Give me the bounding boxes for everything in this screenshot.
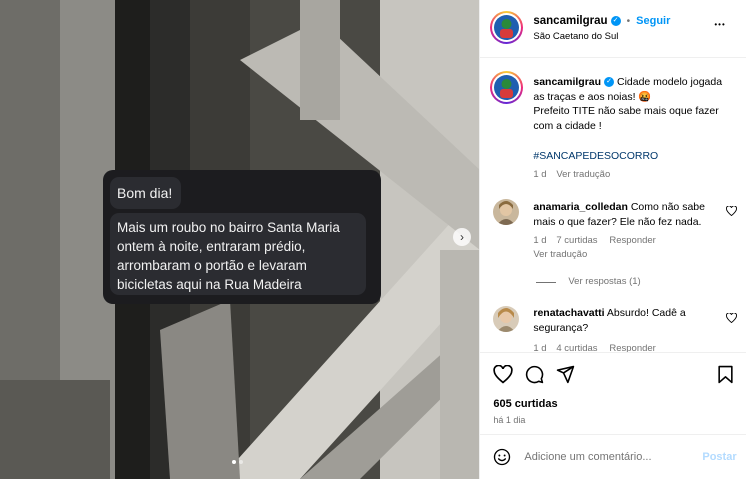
post-dialog: Bom dia! Mais um roubo no bairro Santa M… xyxy=(0,0,746,487)
comment-like-icon[interactable] xyxy=(726,312,738,326)
bookmark-icon[interactable] xyxy=(717,365,734,384)
hashtag-link[interactable]: #SANCAPEDESOCORRO xyxy=(533,150,658,162)
commenter-avatar[interactable] xyxy=(493,199,520,225)
emoji-icon[interactable] xyxy=(493,448,511,466)
more-options-icon[interactable]: ••• xyxy=(714,20,725,29)
comments-area[interactable]: sancamilgrau ✓ Cidade modelo jogada as tr… xyxy=(480,58,746,352)
comment-like-icon[interactable] xyxy=(726,205,738,219)
caption-text: sancamilgrau ✓ Cidade modelo jogada as tr… xyxy=(533,75,738,133)
post-age: há 1 dia xyxy=(493,415,526,425)
reply-button[interactable]: Responder xyxy=(609,343,655,352)
comment-body-a: Absurdo! Cadê a xyxy=(606,307,686,319)
caption-line-4: com a cidade ! xyxy=(533,119,602,132)
view-replies-button[interactable]: Ver respostas (1) xyxy=(568,276,640,287)
post-sidebar: sancamilgrau ✓ • Seguir São Caetano do Su… xyxy=(479,0,746,479)
carousel-dot-active xyxy=(232,460,236,464)
caption-line-2: as traças e aos noias! 🤬 xyxy=(533,90,652,103)
chevron-right-icon: › xyxy=(460,230,464,244)
share-icon[interactable] xyxy=(556,365,575,384)
comment-likes[interactable]: 4 curtidas xyxy=(556,343,597,352)
post-media[interactable]: Bom dia! Mais um roubo no bairro Santa M… xyxy=(0,0,480,479)
replies-divider xyxy=(536,282,557,283)
caption-line-3: Prefeito TITE não sabe mais oque fazer xyxy=(533,105,719,117)
next-slide-button[interactable]: › xyxy=(453,228,471,246)
post-comment-button[interactable]: Postar xyxy=(702,451,736,463)
follow-button[interactable]: Seguir xyxy=(636,15,670,27)
comment-text: anamaria_colledan Como não sabe mais o q… xyxy=(533,200,738,230)
post-header: sancamilgrau ✓ • Seguir São Caetano do Su… xyxy=(480,0,746,58)
comment-likes[interactable]: 7 curtidas xyxy=(556,235,597,246)
avatar-image xyxy=(497,308,516,332)
comment-body-a: Como não sabe xyxy=(630,201,705,213)
carousel-dot xyxy=(239,460,243,464)
carousel-dots xyxy=(232,460,243,464)
comment-input[interactable] xyxy=(524,447,695,467)
comment-body-b: segurança? xyxy=(533,322,589,334)
author-avatar[interactable] xyxy=(490,11,524,44)
comment-username[interactable]: anamaria_colledan xyxy=(533,201,628,213)
comment-bubble-icon[interactable] xyxy=(525,365,544,384)
avatar-image xyxy=(497,201,516,225)
likes-count[interactable]: 605 curtidas xyxy=(493,398,557,410)
location-link[interactable]: São Caetano do Sul xyxy=(533,31,618,42)
caption-line-1: Cidade modelo jogada xyxy=(616,76,723,88)
caption-age: 1 d xyxy=(533,169,547,180)
comment-username[interactable]: renatachavatti xyxy=(533,307,604,319)
post-actions: 605 curtidas há 1 dia xyxy=(480,352,746,435)
caption-avatar[interactable] xyxy=(490,71,524,104)
comment-age: 1 d xyxy=(533,235,547,246)
author-username[interactable]: sancamilgrau xyxy=(533,15,607,27)
caption-translate-link[interactable]: Ver tradução xyxy=(556,169,610,180)
dot-separator: • xyxy=(626,16,631,27)
heart-icon[interactable] xyxy=(493,365,514,384)
reply-button[interactable]: Responder xyxy=(609,235,655,246)
avatar-image xyxy=(500,79,514,98)
commenter-avatar[interactable] xyxy=(493,306,520,332)
message-bubble-report: Mais um roubo no bairro Santa Maria onte… xyxy=(110,213,366,295)
add-comment-bar: Postar xyxy=(480,434,746,480)
verified-badge-icon: ✓ xyxy=(604,77,615,88)
comment-body-b: mais o que fazer? Ele não fez nada. xyxy=(533,216,702,228)
avatar-image xyxy=(500,19,514,38)
comment-translate-link[interactable]: Ver tradução xyxy=(533,249,587,260)
comment-text: renatachavatti Absurdo! Cadê a segurança… xyxy=(533,306,738,336)
verified-badge-icon: ✓ xyxy=(610,16,621,27)
caption-username[interactable]: sancamilgrau xyxy=(533,76,601,88)
comment-age: 1 d xyxy=(533,343,547,352)
message-bubble-greeting: Bom dia! xyxy=(110,177,181,209)
message-card: Bom dia! Mais um roubo no bairro Santa M… xyxy=(103,170,381,304)
